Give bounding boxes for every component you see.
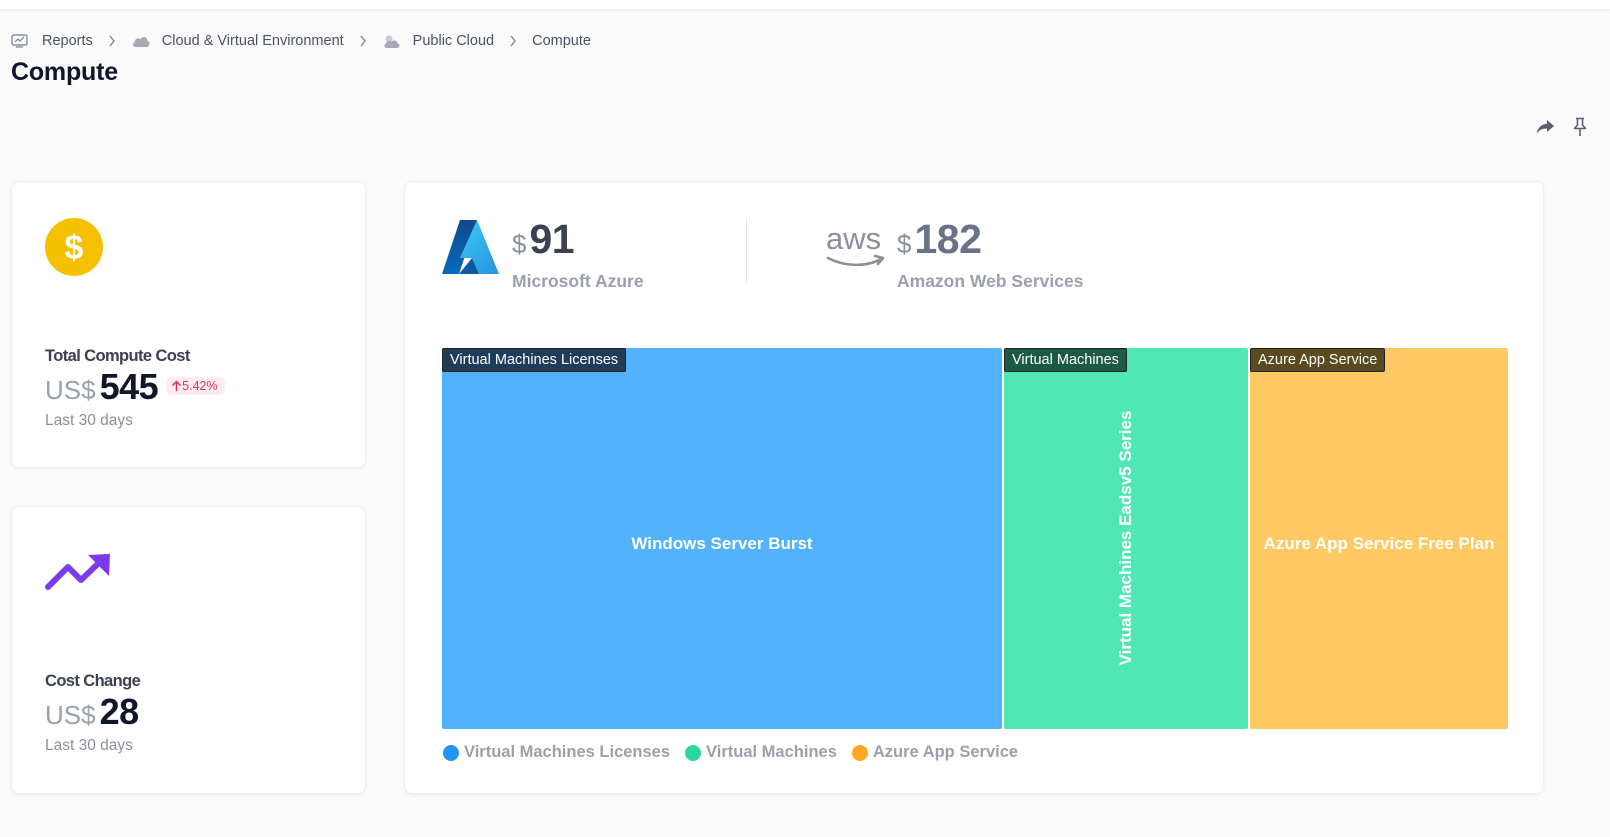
breadcrumb-label: Cloud & Virtual Environment xyxy=(161,33,344,49)
legend-dot xyxy=(443,744,459,761)
legend-dot xyxy=(685,744,702,761)
treemap-group-header: Virtual Machines xyxy=(1004,348,1127,372)
treemap-group-header: Azure App Service xyxy=(1250,348,1386,372)
chevron-right-icon xyxy=(108,35,116,47)
aws-amount: $ 182 xyxy=(897,216,982,263)
total-cost-value: US$ 545 5.42% xyxy=(45,366,225,408)
arrow-up-icon xyxy=(172,380,182,391)
treemap-group-app-service[interactable]: Azure App Service Azure App Service Free… xyxy=(1250,348,1508,729)
azure-amount-value: 91 xyxy=(529,216,575,262)
cost-change-card: Cost Change US$ 28 Last 30 days xyxy=(11,506,366,794)
change-badge: 5.42% xyxy=(166,377,225,395)
provider-divider xyxy=(746,218,747,284)
change-percent: 5.42% xyxy=(182,379,218,393)
period-label: Last 30 days xyxy=(45,412,133,429)
chart-legend: Virtual Machines Licenses Virtual Machin… xyxy=(443,743,1033,762)
compute-breakdown-card: $ 91 Microsoft Azure aws $ 182 Amazon We… xyxy=(404,181,1544,794)
legend-label: Virtual Machines xyxy=(706,743,837,761)
share-icon[interactable] xyxy=(1534,116,1556,138)
treemap-group-virtual-machines[interactable]: Virtual Machines Virtual Machines Eadsv5… xyxy=(1004,348,1248,729)
legend-item-vm-licenses[interactable]: Virtual Machines Licenses xyxy=(443,743,670,762)
chevron-right-icon xyxy=(359,35,367,47)
legend-dot xyxy=(851,744,868,761)
breadcrumb-label: Reports xyxy=(42,33,93,49)
legend-item-virtual-machines[interactable]: Virtual Machines xyxy=(685,743,837,762)
public-cloud-icon xyxy=(382,33,402,49)
treemap-leaf-label: Virtual Machines Eadsv5 Series xyxy=(1116,410,1135,666)
cost-change-label: Cost Change xyxy=(45,672,141,690)
chevron-right-icon xyxy=(509,35,517,47)
treemap-group-header: Virtual Machines Licenses xyxy=(442,348,627,372)
total-cost-number: 545 xyxy=(99,366,159,407)
currency-symbol: $ xyxy=(897,229,912,259)
page-title: Compute xyxy=(11,58,118,86)
aws-logo: aws xyxy=(825,221,887,273)
dollar-icon: $ xyxy=(45,218,103,281)
breadcrumb-item-compute: Compute xyxy=(532,33,591,49)
trending-up-icon xyxy=(45,553,113,598)
currency-label: US$ xyxy=(45,375,96,405)
aws-name: Amazon Web Services xyxy=(897,271,1084,291)
cost-change-number: 28 xyxy=(99,691,140,732)
aws-amount-value: 182 xyxy=(914,216,982,262)
azure-name: Microsoft Azure xyxy=(512,271,644,291)
currency-label: US$ xyxy=(45,700,96,730)
svg-text:aws: aws xyxy=(826,222,881,256)
reports-icon xyxy=(11,33,31,49)
svg-text:$: $ xyxy=(65,229,84,267)
top-bar xyxy=(0,0,1610,9)
legend-item-app-service[interactable]: Azure App Service xyxy=(851,743,1019,762)
compute-treemap: Virtual Machines Licenses Windows Server… xyxy=(442,348,1508,729)
treemap-leaf-label: Azure App Service Free Plan xyxy=(1263,534,1495,553)
currency-symbol: $ xyxy=(512,229,527,259)
breadcrumb: Reports Cloud & Virtual Environment Publ… xyxy=(11,31,591,51)
total-cost-card: $ Total Compute Cost US$ 545 5.42% Last … xyxy=(11,181,366,468)
azure-amount: $ 91 xyxy=(512,216,575,263)
breadcrumb-item-cloud[interactable]: Cloud & Virtual Environment xyxy=(131,33,344,49)
breadcrumb-item-public-cloud[interactable]: Public Cloud xyxy=(382,33,494,49)
breadcrumb-label: Public Cloud xyxy=(412,33,495,49)
pin-icon[interactable] xyxy=(1569,116,1591,138)
cloud-icon xyxy=(131,33,151,49)
cost-change-value: US$ 28 xyxy=(45,691,139,733)
azure-logo xyxy=(441,218,501,281)
legend-label: Azure App Service xyxy=(872,743,1019,761)
legend-label: Virtual Machines Licenses xyxy=(464,743,671,761)
treemap-group-vm-licenses[interactable]: Virtual Machines Licenses Windows Server… xyxy=(442,348,1002,729)
provider-aws[interactable]: aws $ 182 Amazon Web Services xyxy=(825,216,1125,296)
provider-azure[interactable]: $ 91 Microsoft Azure xyxy=(441,216,701,296)
total-cost-label: Total Compute Cost xyxy=(45,347,190,365)
period-label: Last 30 days xyxy=(45,737,133,754)
treemap-leaf-label: Windows Server Burst xyxy=(631,534,813,553)
breadcrumb-item-reports[interactable]: Reports xyxy=(11,33,93,49)
breadcrumb-current: Compute xyxy=(532,33,591,49)
